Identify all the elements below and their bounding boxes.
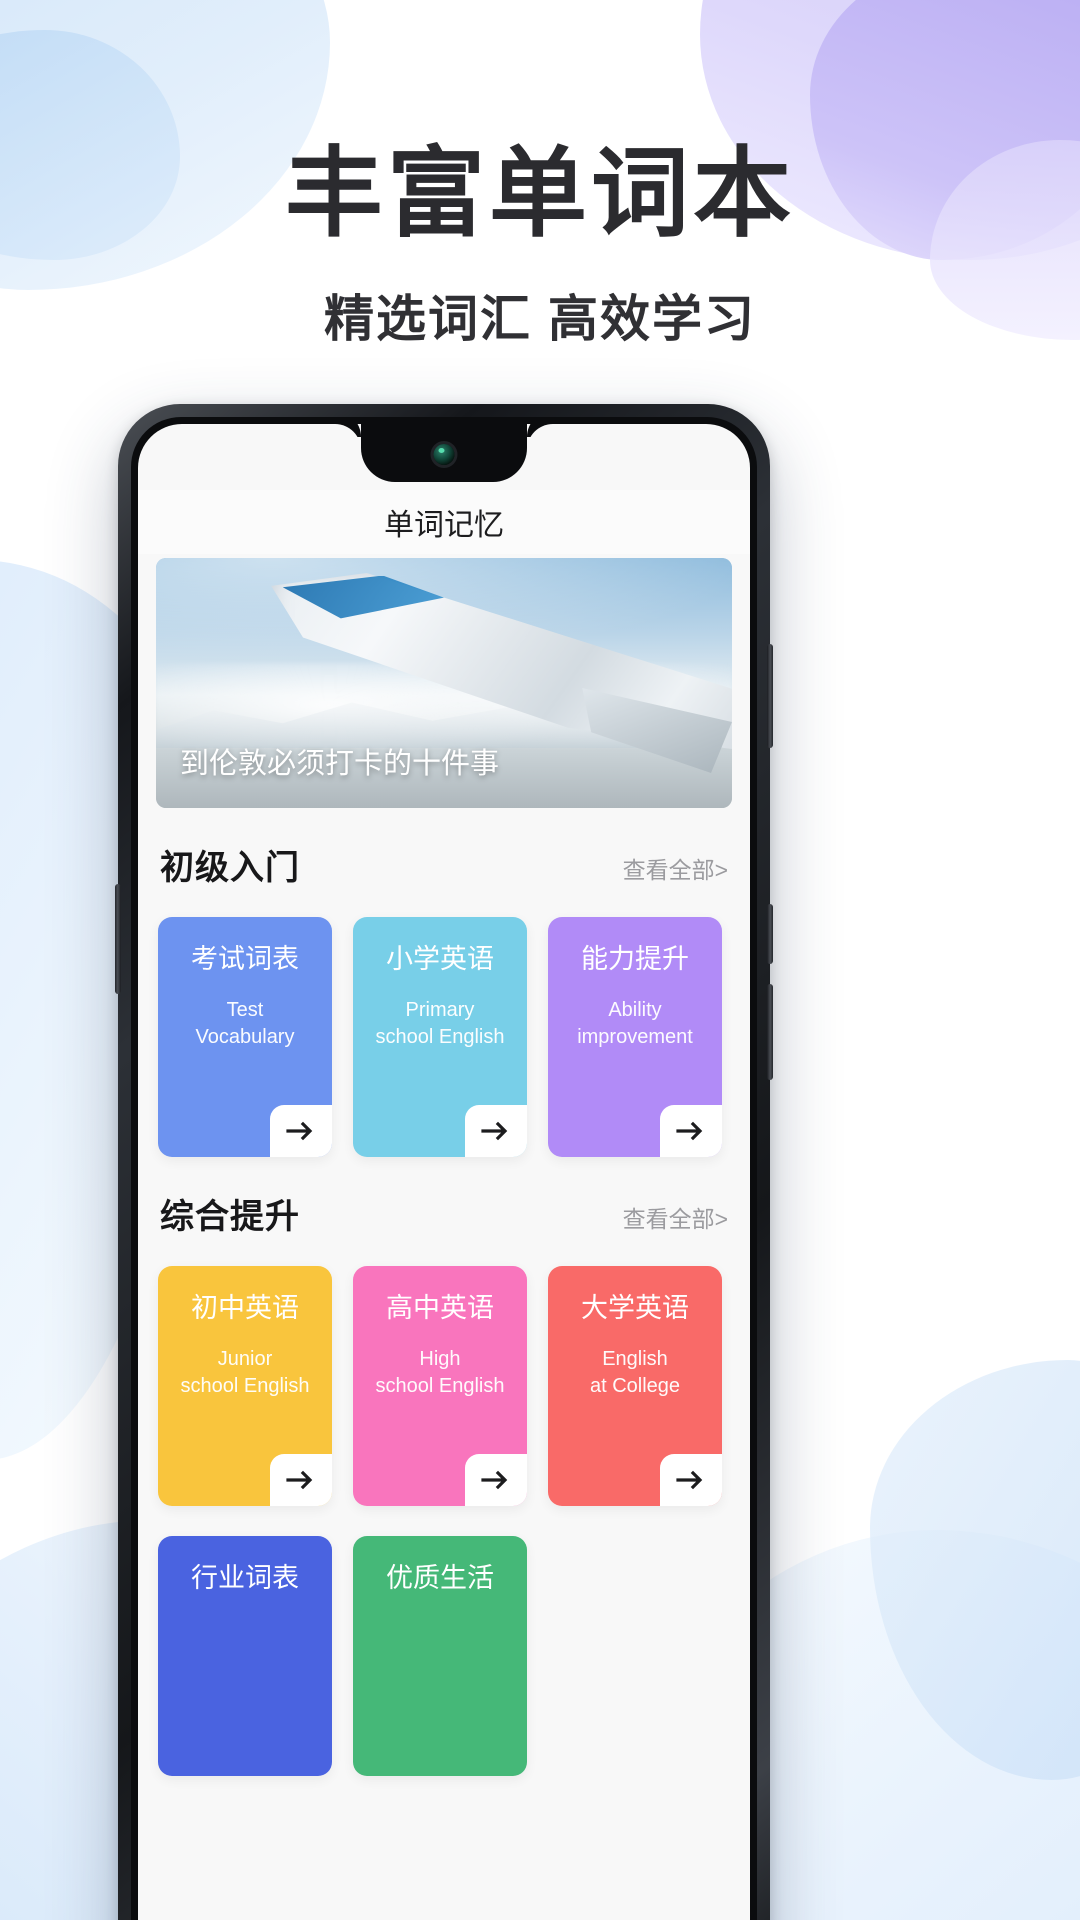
arrow-right-icon bbox=[676, 1470, 703, 1490]
category-card-placeholder bbox=[548, 1536, 722, 1776]
app-header: 单词记忆 bbox=[138, 490, 750, 554]
card-en-line1: Test bbox=[226, 999, 264, 1022]
card-title-en: Ability improvement bbox=[558, 997, 712, 1051]
app-viewport: 单词记忆 到伦敦必须打卡的十件事 初级入门 查看全部> 考试词表 Test Vo… bbox=[138, 424, 750, 1920]
section-header-comprehensive: 综合提升 查看全部> bbox=[138, 1157, 750, 1242]
category-card[interactable]: 行业词表 bbox=[158, 1536, 332, 1776]
phone-screen: 单词记忆 到伦敦必须打卡的十件事 初级入门 查看全部> 考试词表 Test Vo… bbox=[138, 424, 750, 1920]
page-subtitle: 精选词汇 高效学习 bbox=[324, 290, 756, 347]
app-header-title: 单词记忆 bbox=[384, 509, 504, 542]
card-title-cn: 小学英语 bbox=[386, 944, 494, 974]
category-card[interactable]: 能力提升 Ability improvement bbox=[548, 917, 722, 1157]
card-en-line2: improvement bbox=[577, 1026, 693, 1049]
card-title-cn: 大学英语 bbox=[581, 1293, 689, 1323]
card-row-comprehensive[interactable]: 初中英语 Junior school English 高中英语 High sch… bbox=[138, 1242, 750, 1506]
section-header-primary: 初级入门 查看全部> bbox=[138, 808, 750, 893]
card-title-cn: 考试词表 bbox=[191, 944, 299, 974]
card-title-cn: 行业词表 bbox=[191, 1563, 299, 1593]
phone-notch bbox=[361, 424, 527, 482]
category-card[interactable]: 小学英语 Primary school English bbox=[353, 917, 527, 1157]
card-en-line2: at College bbox=[589, 1375, 681, 1398]
card-en-line1: English bbox=[602, 1348, 668, 1371]
card-arrow-button[interactable] bbox=[465, 1105, 527, 1157]
card-en-line2: Vocabulary bbox=[195, 1026, 295, 1049]
category-card[interactable]: 初中英语 Junior school English bbox=[158, 1266, 332, 1506]
promo-banner[interactable]: 到伦敦必须打卡的十件事 bbox=[156, 558, 732, 808]
section-title: 综合提升 bbox=[160, 1198, 300, 1236]
card-title-en: English at College bbox=[558, 1346, 712, 1400]
card-en-line2: school English bbox=[180, 1375, 310, 1398]
card-title-cn: 优质生活 bbox=[386, 1563, 494, 1593]
arrow-right-icon bbox=[286, 1470, 313, 1490]
card-arrow-button[interactable] bbox=[660, 1105, 722, 1157]
card-en-line1: Primary bbox=[405, 999, 475, 1022]
card-title-en: Junior school English bbox=[168, 1346, 322, 1400]
arrow-right-icon bbox=[481, 1470, 508, 1490]
phone-bezel: 单词记忆 到伦敦必须打卡的十件事 初级入门 查看全部> 考试词表 Test Vo… bbox=[131, 417, 757, 1920]
app-scroll-body[interactable]: 到伦敦必须打卡的十件事 初级入门 查看全部> 考试词表 Test Vocabul… bbox=[138, 554, 750, 1920]
card-title-en: High school English bbox=[363, 1346, 517, 1400]
volume-down-button[interactable] bbox=[767, 904, 773, 964]
card-arrow-button[interactable] bbox=[270, 1454, 332, 1506]
category-card[interactable]: 考试词表 Test Vocabulary bbox=[158, 917, 332, 1157]
volume-up-button[interactable] bbox=[767, 644, 773, 748]
banner-caption: 到伦敦必须打卡的十件事 bbox=[180, 748, 500, 780]
arrow-right-icon bbox=[676, 1121, 703, 1141]
card-title-cn: 能力提升 bbox=[581, 944, 689, 974]
category-card[interactable]: 大学英语 English at College bbox=[548, 1266, 722, 1506]
category-card[interactable]: 优质生活 bbox=[353, 1536, 527, 1776]
power-button[interactable] bbox=[767, 984, 773, 1080]
view-all-link[interactable]: 查看全部> bbox=[623, 851, 728, 889]
card-title-en: Primary school English bbox=[363, 997, 517, 1051]
category-card[interactable]: 高中英语 High school English bbox=[353, 1266, 527, 1506]
card-arrow-button[interactable] bbox=[270, 1105, 332, 1157]
card-title-cn: 初中英语 bbox=[191, 1293, 299, 1323]
card-en-line1: Ability bbox=[608, 999, 662, 1022]
card-row-primary[interactable]: 考试词表 Test Vocabulary 小学英语 Primary school… bbox=[138, 893, 750, 1157]
card-title-cn: 高中英语 bbox=[386, 1293, 494, 1323]
view-all-link[interactable]: 查看全部> bbox=[623, 1200, 728, 1238]
card-row-industry[interactable]: 行业词表 优质生活 bbox=[138, 1506, 750, 1776]
card-arrow-button[interactable] bbox=[660, 1454, 722, 1506]
poster-canvas: 丰富单词本 精选词汇 高效学习 单词记忆 到伦敦必须打卡的十件事 初级入门 查看… bbox=[0, 0, 1080, 1920]
camera-icon bbox=[433, 444, 455, 465]
hero-section: 丰富单词本 精选词汇 高效学习 bbox=[0, 0, 1080, 351]
card-en-line2: school English bbox=[375, 1375, 505, 1398]
card-en-line2: school English bbox=[375, 1026, 505, 1049]
arrow-right-icon bbox=[286, 1121, 313, 1141]
card-arrow-button[interactable] bbox=[465, 1454, 527, 1506]
section-title: 初级入门 bbox=[160, 849, 300, 887]
arrow-right-icon bbox=[481, 1121, 508, 1141]
card-en-line1: High bbox=[419, 1348, 461, 1371]
card-en-line1: Junior bbox=[217, 1348, 273, 1371]
card-title-en: Test Vocabulary bbox=[168, 997, 322, 1051]
phone-mockup: 单词记忆 到伦敦必须打卡的十件事 初级入门 查看全部> 考试词表 Test Vo… bbox=[115, 404, 773, 1920]
page-title: 丰富单词本 bbox=[284, 138, 795, 248]
side-left-button[interactable] bbox=[115, 884, 121, 994]
